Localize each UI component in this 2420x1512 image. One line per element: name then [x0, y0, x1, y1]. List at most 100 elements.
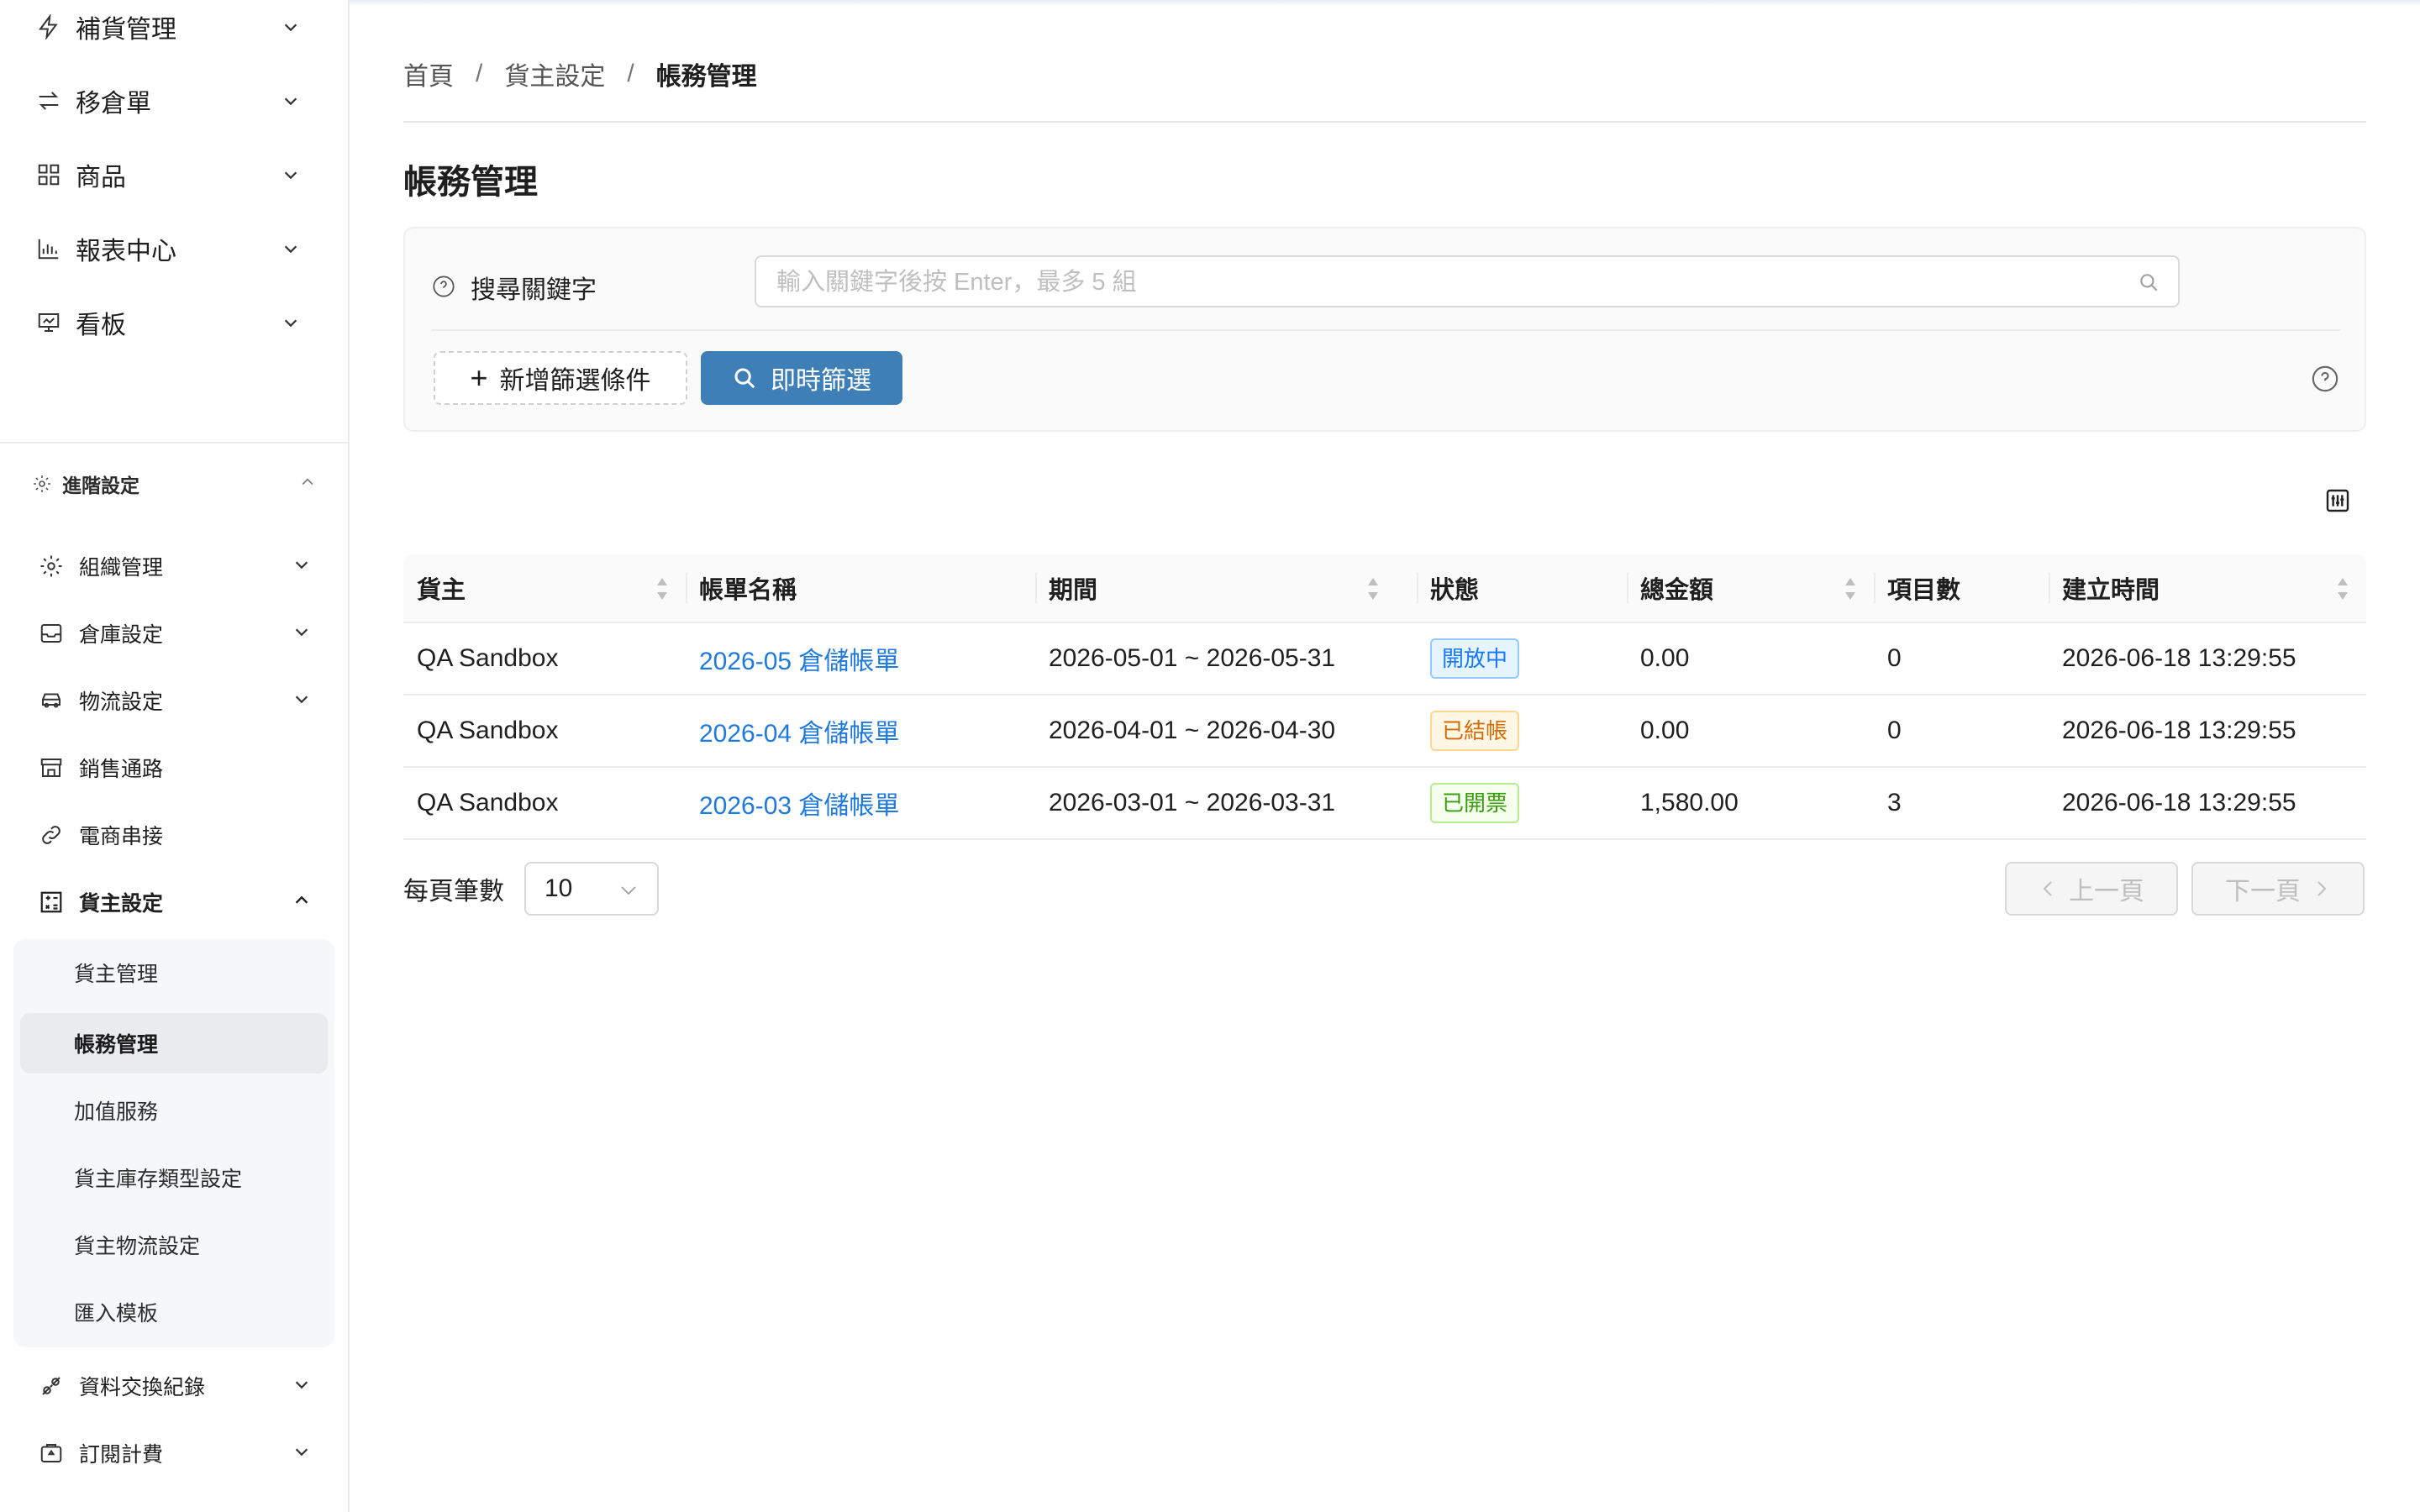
- chevron-up-icon: [299, 474, 316, 495]
- sidebar-item-dashboard[interactable]: 看板: [34, 297, 302, 348]
- column-header-item-count: 項目數: [1887, 554, 2047, 622]
- lightning-icon: [34, 12, 64, 42]
- breadcrumb-separator: /: [476, 60, 483, 87]
- sidebar-item-label: 移倉單: [76, 90, 151, 118]
- sidebar-submenu-owner-settings: 貨主管理 帳務管理 加值服務 貨主庫存類型設定 貨主物流設定 匯入模板: [13, 939, 334, 1347]
- cell-total-amount: 1,580.00: [1640, 789, 1739, 816]
- chevron-down-icon: [279, 237, 302, 260]
- cell-status: 開放中: [1430, 623, 1520, 694]
- search-input[interactable]: [775, 257, 2106, 307]
- sidebar-item-label: 資料交換紀錄: [79, 1376, 206, 1399]
- sidebar-item-ecommerce[interactable]: 電商串接: [37, 811, 311, 858]
- sidebar-top-menu: 補貨管理 移倉單 商品 報表中心 看板: [0, 0, 348, 412]
- app: 補貨管理 移倉單 商品 報表中心 看板 進階設定 組織管理 倉庫設定 物流設定 …: [0, 0, 2420, 1512]
- cell-status: 已開票: [1430, 768, 1520, 838]
- submenu-item-billing-management[interactable]: 帳務管理: [20, 1013, 328, 1074]
- chevron-left-icon: [2043, 881, 2052, 896]
- plus-icon: +: [470, 360, 488, 395]
- sidebar-section-advanced-settings[interactable]: 進階設定: [30, 467, 316, 501]
- column-separator: [1417, 573, 1418, 603]
- page-size-value: 10: [544, 874, 573, 902]
- cell-bill-name: 2026-04 倉儲帳單: [699, 696, 899, 766]
- filter-divider: [432, 329, 2341, 331]
- chevron-down-icon: [292, 555, 311, 578]
- subscription-icon: [37, 1439, 66, 1467]
- sort-icon[interactable]: [1365, 575, 1381, 603]
- help-circle-icon[interactable]: [2311, 365, 2339, 393]
- column-header-period[interactable]: 期間: [1049, 554, 1397, 622]
- sidebar-item-logistics[interactable]: 物流設定: [37, 677, 311, 724]
- cell-total-amount: 0.00: [1640, 644, 1690, 672]
- cell-bill-name: 2026-05 倉儲帳單: [699, 623, 899, 694]
- inbox-icon: [37, 619, 66, 648]
- column-header-created-time[interactable]: 建立時間: [2062, 554, 2366, 622]
- breadcrumb-divider: [403, 121, 2366, 123]
- header-shadow: [350, 0, 2420, 7]
- sidebar-item-label: 倉庫設定: [79, 623, 164, 647]
- column-header-label: 貨主: [417, 577, 466, 604]
- prev-page-label: 上一頁: [2069, 878, 2144, 906]
- submenu-item-import-templates[interactable]: 匯入模板: [20, 1282, 328, 1342]
- breadcrumb-home[interactable]: 首頁: [403, 55, 454, 92]
- page-size-select[interactable]: 10: [524, 862, 659, 916]
- status-badge: 已結帳: [1430, 711, 1520, 751]
- cell-item-count: 3: [1887, 789, 1902, 816]
- sidebar-item-reports[interactable]: 報表中心: [34, 223, 302, 274]
- submenu-item-owner-management[interactable]: 貨主管理: [20, 942, 328, 1003]
- sidebar-item-replenishment[interactable]: 補貨管理: [34, 2, 302, 52]
- column-header-bill-name: 帳單名稱: [699, 554, 1035, 622]
- search-icon[interactable]: [2138, 271, 2160, 293]
- next-page-label: 下一頁: [2225, 878, 2301, 906]
- cell-owner: QA Sandbox: [417, 644, 559, 672]
- prev-page-button[interactable]: 上一頁: [2005, 862, 2178, 916]
- sort-icon[interactable]: [1842, 575, 1859, 603]
- column-header-label: 總金額: [1640, 577, 1714, 604]
- column-header-label: 建立時間: [2062, 577, 2160, 604]
- chevron-down-icon: [279, 163, 302, 186]
- help-circle-icon[interactable]: [432, 275, 457, 300]
- sidebar-item-warehouse[interactable]: 倉庫設定: [37, 610, 311, 657]
- column-settings-icon[interactable]: [2324, 487, 2351, 514]
- next-page-button[interactable]: 下一頁: [2191, 862, 2365, 916]
- keyword-label-text: 搜尋關鍵字: [471, 276, 597, 304]
- chevron-down-icon: [621, 886, 636, 895]
- sidebar-item-label: 報表中心: [76, 238, 176, 265]
- shop-icon: [37, 753, 66, 782]
- bill-name-link[interactable]: 2026-04 倉儲帳單: [699, 712, 899, 749]
- submenu-item-owner-inventory-types[interactable]: 貨主庫存類型設定: [20, 1147, 328, 1208]
- billing-table: 貨主 帳單名稱 期間 狀態 總金額 項目數 建立時間 QA Sandbox 20…: [403, 554, 2366, 840]
- bar-chart-icon: [34, 234, 64, 264]
- cell-item-count: 0: [1887, 717, 1902, 744]
- bill-name-link[interactable]: 2026-05 倉儲帳單: [699, 640, 899, 677]
- sidebar-item-transfer[interactable]: 移倉單: [34, 76, 302, 126]
- column-separator: [1627, 573, 1628, 603]
- sidebar-item-products[interactable]: 商品: [34, 150, 302, 200]
- sort-icon[interactable]: [2334, 575, 2351, 603]
- sidebar-item-label: 訂閱計費: [79, 1443, 164, 1467]
- chevron-down-icon: [292, 622, 311, 645]
- add-filter-condition-button[interactable]: + 新增篩選條件: [434, 351, 687, 405]
- cell-period: 2026-05-01 ~ 2026-05-31: [1049, 644, 1336, 672]
- calculator-icon: [37, 888, 66, 916]
- bill-name-link[interactable]: 2026-03 倉儲帳單: [699, 785, 899, 822]
- column-header-owner[interactable]: 貨主: [417, 554, 686, 622]
- sidebar-item-label: 貨主設定: [79, 892, 164, 916]
- cell-total-amount: 0.00: [1640, 717, 1690, 744]
- gear-icon: [37, 552, 66, 580]
- sidebar-item-subscription[interactable]: 訂閱計費: [37, 1430, 311, 1477]
- sidebar-item-owner-settings[interactable]: 貨主設定: [37, 879, 311, 926]
- submenu-item-owner-logistics[interactable]: 貨主物流設定: [20, 1215, 328, 1275]
- breadcrumb: 首頁 / 貨主設定 / 帳務管理: [403, 57, 757, 91]
- sidebar-item-data-exchange-log[interactable]: 資料交換紀錄: [37, 1362, 311, 1410]
- table-header: 貨主 帳單名稱 期間 狀態 總金額 項目數 建立時間: [403, 554, 2366, 623]
- column-header-total-amount[interactable]: 總金額: [1640, 554, 1874, 622]
- filter-panel: 搜尋關鍵字 + 新增篩選條件 即時篩選: [403, 227, 2366, 432]
- breadcrumb-owner-settings[interactable]: 貨主設定: [504, 55, 605, 92]
- chevron-down-icon: [279, 89, 302, 113]
- grid-icon: [34, 160, 64, 190]
- sidebar-item-organization[interactable]: 組織管理: [37, 543, 311, 590]
- sidebar-item-sales-channels[interactable]: 銷售通路: [37, 744, 311, 791]
- submenu-item-value-added-services[interactable]: 加值服務: [20, 1080, 328, 1141]
- sort-icon[interactable]: [654, 575, 671, 603]
- instant-filter-button[interactable]: 即時篩選: [701, 351, 902, 405]
